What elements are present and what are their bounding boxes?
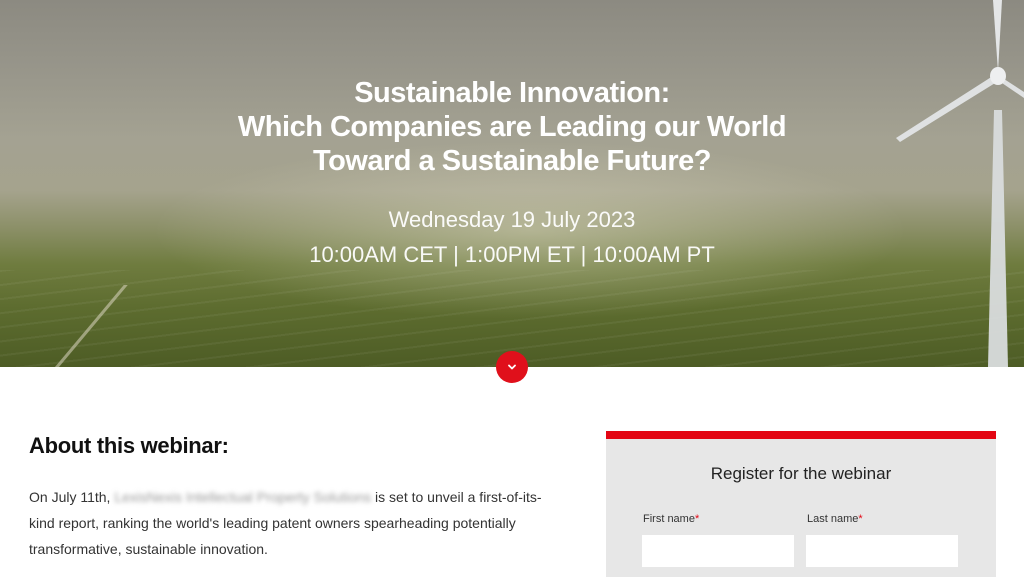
first-name-label-text: First name	[643, 513, 695, 525]
webinar-title: Sustainable Innovation: Which Companies …	[0, 76, 1024, 178]
last-name-input[interactable]	[806, 535, 958, 567]
webinar-date: Wednesday 19 July 2023	[388, 207, 636, 232]
about-description: On July 11th, LexisNexis Intellectual Pr…	[29, 484, 549, 562]
first-name-label: First name*	[643, 513, 699, 525]
wind-turbine-image	[896, 0, 1024, 367]
hero-banner: Sustainable Innovation: Which Companies …	[0, 0, 1024, 367]
webinar-title-line-3: Toward a Sustainable Future?	[313, 145, 711, 177]
about-heading: About this webinar:	[29, 433, 229, 458]
webinar-title-line-1: Sustainable Innovation:	[354, 77, 670, 109]
about-text-start: On July 11th,	[29, 489, 115, 505]
required-asterisk: *	[858, 513, 863, 525]
last-name-label: Last name*	[807, 513, 863, 525]
registration-title: Register for the webinar	[710, 464, 892, 483]
first-name-input[interactable]	[642, 535, 794, 567]
required-asterisk: *	[694, 513, 700, 525]
last-name-label-text: Last name	[807, 513, 859, 525]
blurred-company-name: LexisNexis Intellectual Property Solutio…	[114, 489, 372, 505]
registration-form: Register for the webinar First name* Las…	[606, 431, 996, 577]
scroll-down-button[interactable]	[496, 351, 528, 383]
webinar-title-line-2: Which Companies are Leading our World	[237, 111, 787, 143]
webinar-times: 10:00AM CET | 1:00PM ET | 10:00AM PT	[309, 242, 715, 267]
chevron-down-icon	[508, 364, 516, 370]
